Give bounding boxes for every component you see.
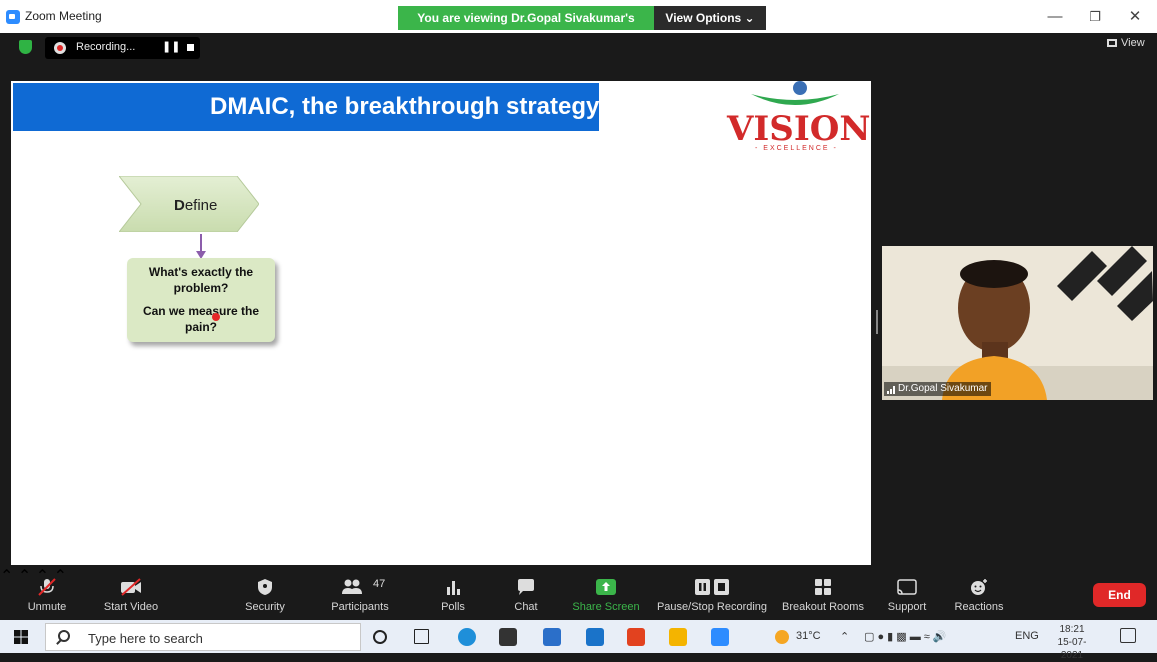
unmute-label: Unmute xyxy=(27,601,67,613)
task-view-icon[interactable] xyxy=(414,629,429,644)
windows-taskbar: Type here to search 31°C ⌃ ▢ ● ▮ ▩ ▬ ≈ 🔊… xyxy=(0,620,1157,661)
participants-icon xyxy=(342,579,362,594)
zoom-app-icon xyxy=(6,10,20,24)
chat-label: Chat xyxy=(514,601,538,613)
participant-name: Dr.Gopal Sivakumar xyxy=(898,383,988,394)
participants-count: 47 xyxy=(373,578,386,590)
audio-options-caret-icon[interactable]: ⌃ xyxy=(0,568,13,585)
office-icon[interactable] xyxy=(627,628,645,646)
start-video-button[interactable]: Start Video xyxy=(98,566,164,620)
start-video-label: Start Video xyxy=(103,601,159,613)
person-icon xyxy=(942,260,1047,400)
notification-center-icon[interactable] xyxy=(1120,628,1136,643)
view-label: View xyxy=(1121,37,1145,49)
pause-stop-icon xyxy=(695,579,729,595)
participants-button[interactable]: 47 Participants xyxy=(326,566,394,620)
unmute-button[interactable]: Unmute xyxy=(18,566,76,620)
define-rest: efine xyxy=(184,197,218,214)
reactions-label: Reactions xyxy=(954,601,1004,613)
security-button[interactable]: Security xyxy=(238,566,292,620)
microphone-muted-icon xyxy=(38,578,56,596)
dell-app-icon[interactable] xyxy=(543,628,561,646)
search-icon xyxy=(58,630,70,642)
support-button[interactable]: Support xyxy=(880,566,934,620)
tray-app-icons[interactable]: ▢ ● ▮ ▩ ▬ ≈ 🔊 xyxy=(864,630,947,643)
grid-view-icon xyxy=(1107,39,1117,47)
breakout-rooms-label: Breakout Rooms xyxy=(782,601,864,613)
weather-sun-icon[interactable] xyxy=(775,630,789,644)
minimize-button[interactable]: — xyxy=(1040,6,1070,28)
reactions-button[interactable]: Reactions xyxy=(950,566,1008,620)
polls-chart-icon xyxy=(447,581,460,595)
tray-expand-icon[interactable]: ⌃ xyxy=(840,630,849,643)
participant-name-tag: Dr.Gopal Sivakumar xyxy=(884,382,992,396)
taskbar-clock[interactable]: 18:21 15-07-2021 xyxy=(1047,623,1097,662)
window-titlebar: Zoom Meeting You are viewing Dr.Gopal Si… xyxy=(0,0,1157,49)
taskbar-search-input[interactable]: Type here to search xyxy=(45,623,361,651)
recording-label: Recording... xyxy=(76,41,136,53)
participant-video[interactable]: Dr.Gopal Sivakumar xyxy=(882,246,1153,400)
language-indicator[interactable]: ENG xyxy=(1015,630,1039,642)
define-label: Define xyxy=(174,197,217,214)
file-explorer-icon[interactable] xyxy=(669,628,687,646)
define-questions-box: What's exactly the problem? Can we measu… xyxy=(127,258,275,342)
chat-bubble-icon xyxy=(518,579,534,595)
window-title: Zoom Meeting xyxy=(25,9,102,23)
breakout-rooms-button[interactable]: Breakout Rooms xyxy=(778,566,868,620)
panel-resize-handle[interactable] xyxy=(876,310,878,334)
question-problem: What's exactly the problem? xyxy=(148,265,254,295)
participants-label: Participants xyxy=(331,601,389,613)
weather-temperature[interactable]: 31°C xyxy=(796,630,821,642)
cortana-icon[interactable] xyxy=(373,630,387,644)
view-button[interactable]: View xyxy=(1107,37,1145,49)
edge-browser-icon[interactable] xyxy=(458,628,476,646)
zoom-taskbar-icon[interactable] xyxy=(711,628,729,646)
logo-subtitle: - EXCELLENCE - xyxy=(755,145,838,152)
breakout-rooms-icon xyxy=(815,579,831,595)
slide-title-bar: DMAIC, the breakthrough strategy xyxy=(13,83,599,131)
support-cast-icon xyxy=(897,579,917,595)
share-screen-arrow-icon xyxy=(596,579,616,595)
shared-screen-slide: DMAIC, the breakthrough strategy VISION … xyxy=(11,81,871,565)
recording-dot-icon xyxy=(54,42,66,54)
define-initial: D xyxy=(174,197,185,214)
pause-recording-icon[interactable]: ❚❚ xyxy=(162,40,180,53)
pause-stop-recording-button[interactable]: Pause/Stop Recording xyxy=(656,566,768,620)
share-screen-label: Share Screen xyxy=(572,601,640,613)
meeting-area: Recording... ❚❚ View DMAIC, the breakthr… xyxy=(0,33,1157,566)
recording-indicator: Recording... ❚❚ xyxy=(45,37,200,59)
security-shield-icon xyxy=(258,579,272,595)
polls-button[interactable]: Polls xyxy=(430,566,476,620)
share-screen-button[interactable]: Share Screen xyxy=(570,566,642,620)
search-placeholder: Type here to search xyxy=(88,631,203,646)
view-options-button[interactable]: View Options ⌄ xyxy=(654,6,766,30)
reactions-smiley-icon xyxy=(971,579,987,595)
mail-icon[interactable] xyxy=(586,628,604,646)
meeting-toolbar: Unmute ⌃ Start Video ⌃ Security 47 Parti… xyxy=(0,566,1157,620)
slide-title: DMAIC, the breakthrough strategy xyxy=(210,93,600,120)
close-button[interactable]: ✕ xyxy=(1120,6,1150,28)
signal-bars-icon xyxy=(887,386,895,394)
maximize-button[interactable]: ❐ xyxy=(1080,6,1110,28)
stop-recording-icon[interactable] xyxy=(187,44,194,51)
video-camera-off-icon xyxy=(121,578,141,596)
logo-text: VISION xyxy=(727,109,871,149)
clock-time: 18:21 xyxy=(1059,624,1085,635)
chat-button[interactable]: Chat xyxy=(504,566,548,620)
clock-date: 15-07-2021 xyxy=(1057,637,1087,661)
security-label: Security xyxy=(245,601,285,613)
encryption-shield-icon[interactable] xyxy=(19,40,32,54)
support-label: Support xyxy=(887,601,927,613)
viewing-screen-banner: You are viewing Dr.Gopal Sivakumar's scr… xyxy=(398,6,654,49)
end-meeting-button[interactable]: End xyxy=(1093,583,1146,607)
polls-label: Polls xyxy=(441,601,465,613)
pause-stop-recording-label: Pause/Stop Recording xyxy=(656,601,768,613)
question-pain: Can we measure the pain? xyxy=(142,304,260,334)
laser-pointer-icon xyxy=(212,313,220,321)
store-bag-icon[interactable] xyxy=(499,628,517,646)
windows-start-icon[interactable] xyxy=(14,630,28,644)
